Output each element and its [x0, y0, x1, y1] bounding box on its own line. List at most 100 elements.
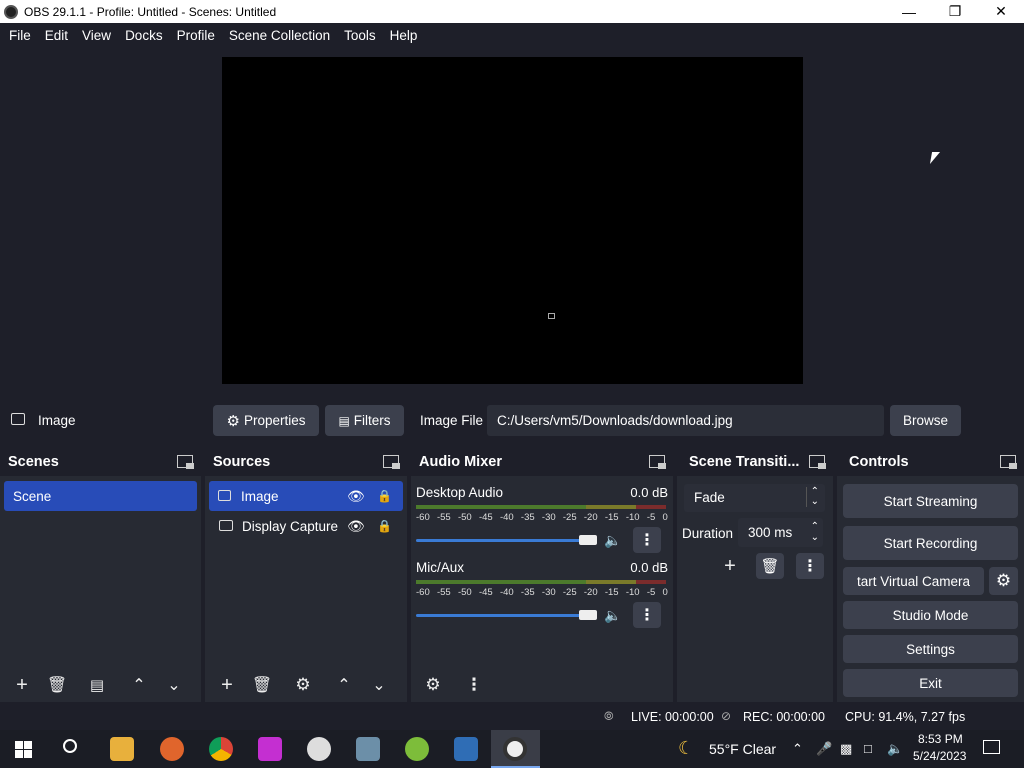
- settings-button[interactable]: Settings: [843, 635, 1018, 663]
- volume-meter: [416, 505, 666, 509]
- rec-icon: ⊘: [721, 709, 732, 723]
- menu-bar: File Edit View Docks Profile Scene Colle…: [0, 23, 1024, 47]
- search-icon[interactable]: [63, 739, 77, 753]
- scene-filters-button[interactable]: ▤: [84, 672, 110, 698]
- filters-button[interactable]: ▤ Filters: [325, 405, 404, 436]
- lock-icon[interactable]: 🔒: [377, 489, 392, 503]
- status-bar: ⦾ LIVE: 00:00:00 ⊘ REC: 00:00:00 CPU: 91…: [0, 702, 1024, 730]
- source-item-display-capture[interactable]: Display Capture 👁 🔒: [205, 511, 407, 541]
- image-file-path-field[interactable]: C:/Users/vm5/Downloads/download.jpg: [487, 405, 884, 436]
- image-icon: [218, 490, 231, 501]
- app-icon[interactable]: [454, 737, 478, 761]
- menu-tools[interactable]: Tools: [339, 28, 381, 43]
- studio-mode-button[interactable]: Studio Mode: [843, 601, 1018, 629]
- transition-select[interactable]: Fade ⌃ ⌄: [684, 484, 825, 512]
- move-scene-down-button[interactable]: ⌄: [161, 672, 187, 698]
- channel-name: Desktop Audio: [416, 485, 504, 500]
- scene-item[interactable]: Scene: [4, 481, 197, 511]
- app-icon[interactable]: [307, 737, 331, 761]
- transition-menu-button[interactable]: ⋮: [796, 553, 824, 579]
- close-button[interactable]: ✕: [978, 0, 1024, 23]
- menu-docks[interactable]: Docks: [120, 28, 168, 43]
- virtual-camera-gear-icon[interactable]: ⚙: [989, 567, 1018, 595]
- audio-menu-button[interactable]: ⋮: [461, 672, 487, 698]
- clock-date[interactable]: 5/24/2023: [913, 749, 966, 763]
- menu-help[interactable]: Help: [385, 28, 423, 43]
- weather-text[interactable]: 55°F Clear: [709, 741, 776, 757]
- dropdown-arrow-icon: ⌃ ⌄: [805, 487, 819, 507]
- windows-start-icon[interactable]: [15, 741, 32, 758]
- preview-canvas[interactable]: [222, 57, 803, 384]
- restore-button[interactable]: ❐: [932, 0, 978, 23]
- app-icon[interactable]: [356, 737, 380, 761]
- eye-icon[interactable]: 👁: [347, 518, 365, 535]
- clock-time[interactable]: 8:53 PM: [918, 732, 963, 746]
- menu-edit[interactable]: Edit: [40, 28, 73, 43]
- spin-arrows-icon[interactable]: ⌃ ⌄: [811, 521, 819, 543]
- file-explorer-icon[interactable]: [110, 737, 134, 761]
- properties-button[interactable]: ⚙ Properties: [213, 405, 319, 436]
- volume-slider[interactable]: [416, 539, 596, 542]
- app-icon[interactable]: [258, 737, 282, 761]
- undock-icon[interactable]: [649, 455, 666, 469]
- sources-dock: Sources Image 👁 🔒 Display Capture 👁 🔒 + …: [205, 447, 407, 702]
- menu-scene-collection[interactable]: Scene Collection: [224, 28, 335, 43]
- tray-chevron-icon[interactable]: ⌃: [792, 741, 803, 757]
- transitions-title: Scene Transiti...: [689, 453, 800, 470]
- undock-icon[interactable]: [809, 455, 826, 469]
- monitor-icon: [219, 520, 233, 531]
- menu-profile[interactable]: Profile: [172, 28, 220, 43]
- source-item-image[interactable]: Image 👁 🔒: [209, 481, 403, 511]
- start-recording-button[interactable]: Start Recording: [843, 526, 1018, 560]
- mouse-cursor: [929, 152, 941, 164]
- firefox-icon[interactable]: [160, 737, 184, 761]
- minimize-button[interactable]: —: [886, 0, 932, 23]
- controls-title: Controls: [849, 453, 909, 470]
- remove-scene-button[interactable]: 🗑: [44, 672, 70, 698]
- exit-button[interactable]: Exit: [843, 669, 1018, 697]
- network-icon[interactable]: ▩: [840, 741, 852, 757]
- channel-db: 0.0 dB: [630, 560, 668, 575]
- add-transition-button[interactable]: +: [717, 553, 743, 579]
- browse-button[interactable]: Browse: [890, 405, 961, 436]
- sources-title: Sources: [213, 453, 271, 470]
- start-virtual-camera-button[interactable]: tart Virtual Camera: [843, 567, 984, 595]
- start-streaming-button[interactable]: Start Streaming: [843, 484, 1018, 518]
- lock-icon[interactable]: 🔒: [377, 519, 392, 533]
- taskbar: ☾ 55°F Clear ⌃ 🎤 ▩ □ 🔈 8:53 PM 5/24/2023: [0, 730, 1024, 768]
- duration-spinbox[interactable]: 300 ms ⌃ ⌄: [738, 518, 823, 547]
- undock-icon[interactable]: [383, 455, 400, 469]
- add-scene-button[interactable]: +: [9, 672, 35, 698]
- app-icon[interactable]: [405, 737, 429, 761]
- move-source-up-button[interactable]: ⌃: [331, 672, 357, 698]
- undock-icon[interactable]: [1000, 455, 1017, 469]
- menu-file[interactable]: File: [4, 28, 36, 43]
- speaker-icon[interactable]: 🔈: [604, 532, 621, 549]
- undock-icon[interactable]: [177, 455, 194, 469]
- image-file-label: Image File: [420, 413, 484, 428]
- move-scene-up-button[interactable]: ⌃: [126, 672, 152, 698]
- meter-ticks: -60 -55 -50 -45 -40 -35 -30 -25 -20 -15 -10 -5 0: [416, 587, 668, 598]
- remove-source-button[interactable]: 🗑: [249, 672, 275, 698]
- obs-taskbar-button[interactable]: [491, 730, 540, 768]
- remove-transition-button[interactable]: 🗑: [756, 553, 784, 579]
- volume-slider-handle[interactable]: [579, 610, 597, 620]
- microphone-icon[interactable]: 🎤: [816, 741, 832, 757]
- eye-icon[interactable]: 👁: [347, 488, 365, 505]
- menu-view[interactable]: View: [77, 28, 116, 43]
- volume-slider-handle[interactable]: [579, 535, 597, 545]
- volume-slider[interactable]: [416, 614, 596, 617]
- display-icon[interactable]: □: [864, 741, 872, 756]
- chrome-icon[interactable]: [209, 737, 233, 761]
- channel-menu-button[interactable]: ⋮: [633, 527, 661, 553]
- source-resize-handle[interactable]: [548, 313, 555, 319]
- move-source-down-button[interactable]: ⌄: [366, 672, 392, 698]
- source-properties-gear-icon[interactable]: ⚙: [290, 672, 316, 698]
- channel-menu-button[interactable]: ⋮: [633, 602, 661, 628]
- speaker-icon[interactable]: 🔈: [604, 607, 621, 624]
- add-source-button[interactable]: +: [214, 672, 240, 698]
- scene-transitions-dock: Scene Transiti... Fade ⌃ ⌄ Duration 300 m…: [677, 447, 833, 702]
- notification-icon[interactable]: [983, 740, 1000, 754]
- audio-settings-gear-icon[interactable]: ⚙: [420, 672, 446, 698]
- speaker-icon[interactable]: 🔈: [887, 741, 903, 757]
